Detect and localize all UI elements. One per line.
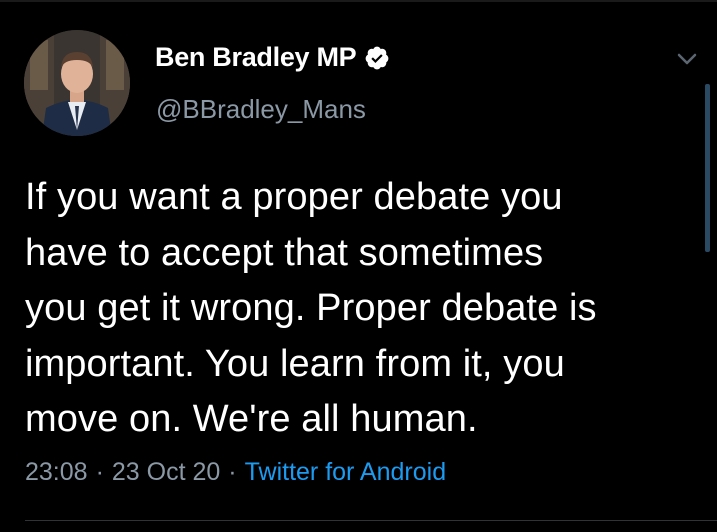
meta-separator: · (228, 458, 237, 486)
top-divider (0, 0, 717, 2)
chevron-down-icon[interactable] (672, 44, 702, 74)
tweet-source-link[interactable]: Twitter for Android (245, 458, 446, 487)
author-name-row[interactable]: Ben Bradley MP (155, 42, 390, 73)
avatar[interactable] (24, 30, 130, 136)
verified-badge-icon (364, 45, 390, 71)
bottom-divider (25, 520, 717, 521)
tweet-meta: 23:08 · 23 Oct 20 · Twitter for Android (25, 458, 446, 487)
tweet-date: 23 Oct 20 (111, 458, 221, 486)
author-display-name[interactable]: Ben Bradley MP (155, 42, 357, 73)
scrollbar[interactable] (705, 84, 710, 252)
avatar-photo (24, 30, 130, 136)
meta-separator: · (95, 458, 104, 486)
tweet-time: 23:08 (25, 458, 88, 486)
tweet-text: If you want a proper debate you have to … (25, 176, 597, 440)
author-handle[interactable]: @BBradley_Mans (156, 94, 366, 125)
